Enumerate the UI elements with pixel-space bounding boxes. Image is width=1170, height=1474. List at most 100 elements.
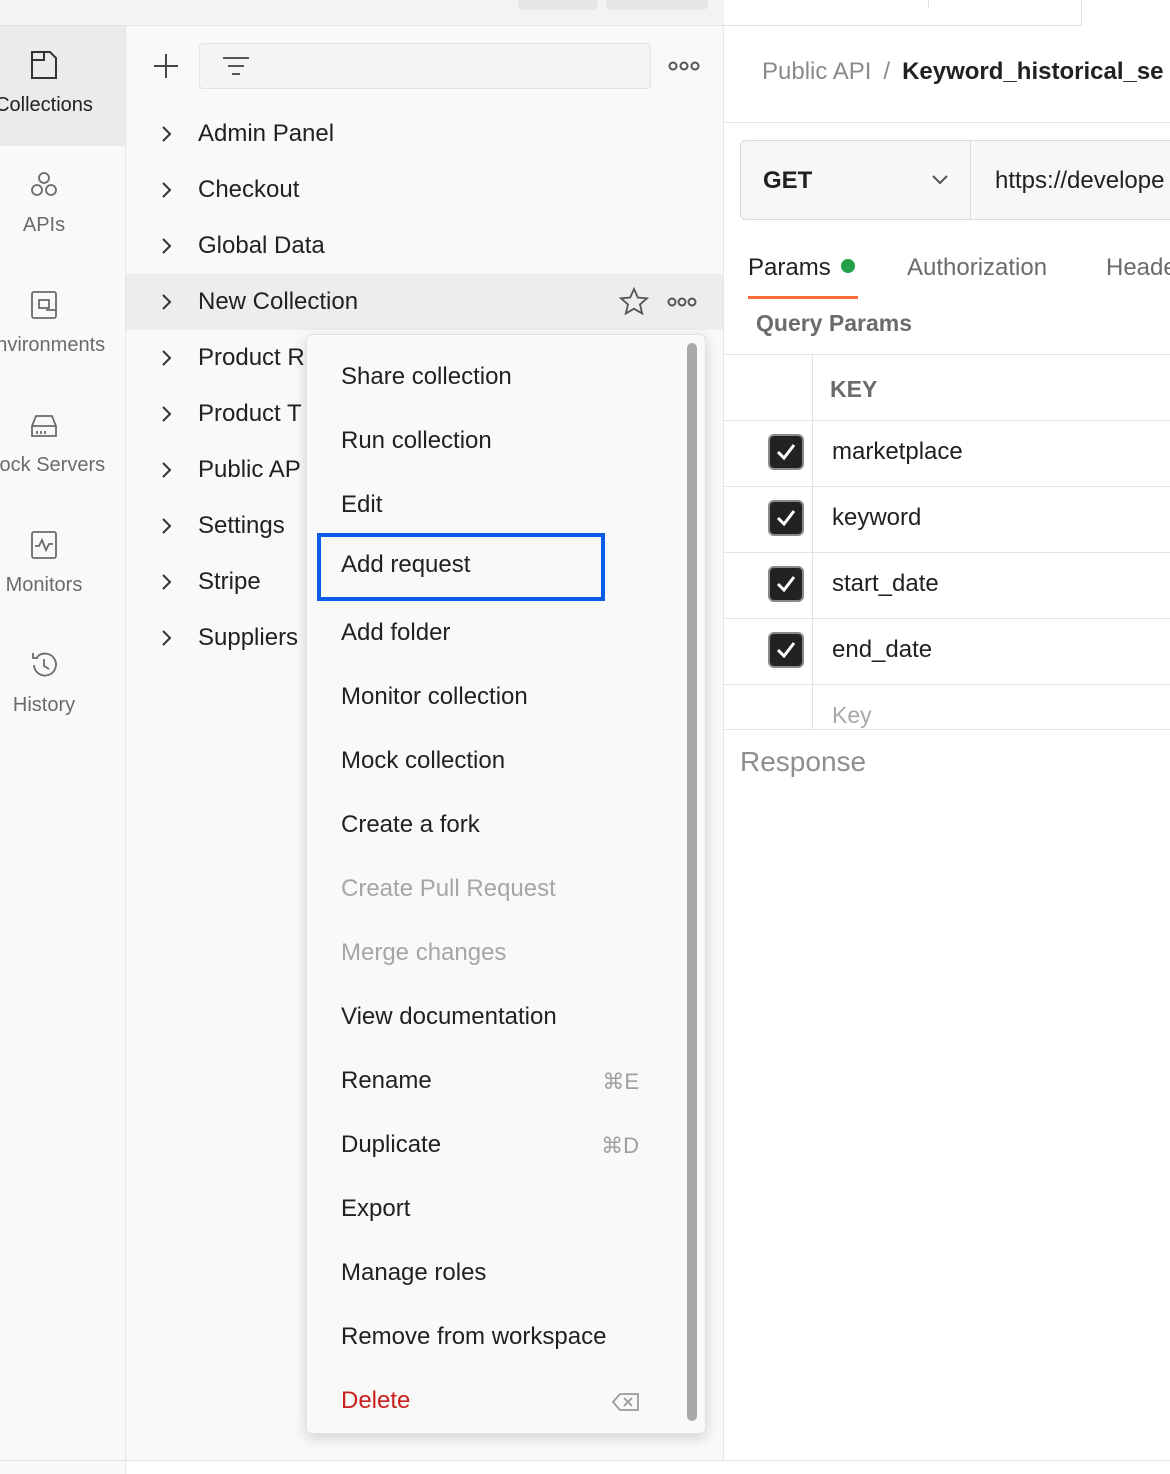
- param-key[interactable]: marketplace: [832, 438, 963, 466]
- menu-item-label: Add request: [341, 551, 471, 578]
- breadcrumb-current[interactable]: Keyword_historical_se: [902, 58, 1163, 85]
- menu-item-label: Create a fork: [341, 811, 480, 838]
- menu-item-label: Create Pull Request: [341, 875, 556, 902]
- toolbar-button[interactable]: [518, 0, 598, 10]
- toolbar-button[interactable]: [606, 0, 708, 10]
- tab-authorization[interactable]: Authorization: [907, 254, 1047, 282]
- menu-item-label: View documentation: [341, 1003, 557, 1030]
- chevron-right-icon[interactable]: [156, 291, 176, 313]
- collection-name: Public AP: [198, 456, 301, 483]
- query-params-title: Query Params: [756, 310, 912, 336]
- menu-item-add-folder[interactable]: Add folder: [317, 601, 689, 665]
- environments-icon: [31, 291, 57, 319]
- chevron-right-icon[interactable]: [156, 235, 176, 257]
- search-collections-field[interactable]: [199, 43, 651, 89]
- param-key[interactable]: start_date: [832, 570, 939, 598]
- request-tabs: Params Authorization Heade: [724, 250, 1170, 304]
- menu-item-label: Monitor collection: [341, 683, 528, 710]
- request-tab-strip[interactable]: [724, 0, 1082, 26]
- collection-name: Checkout: [198, 176, 300, 203]
- menu-item-create-fork[interactable]: Create a fork: [317, 793, 689, 857]
- menu-item-merge-changes: Merge changes: [317, 921, 689, 985]
- checkmark-icon: [776, 576, 796, 593]
- menu-item-view-documentation[interactable]: View documentation: [317, 985, 689, 1049]
- collection-name: New Collection: [198, 288, 359, 315]
- search-input[interactable]: [262, 52, 632, 82]
- method-select[interactable]: GET: [741, 141, 971, 219]
- star-icon[interactable]: [618, 286, 650, 318]
- more-options-icon[interactable]: [664, 54, 704, 78]
- response-label: Response: [740, 746, 867, 777]
- menu-item-remove-from-workspace[interactable]: Remove from workspace: [317, 1305, 689, 1369]
- sidebar-item-history[interactable]: History: [0, 626, 125, 746]
- shortcut-hint: ⌘E: [602, 1069, 639, 1094]
- chevron-right-icon[interactable]: [156, 179, 176, 201]
- checkmark-icon: [776, 510, 796, 527]
- param-checkbox[interactable]: [768, 566, 804, 602]
- menu-item-label: Rename: [341, 1067, 432, 1094]
- menu-item-create-pull-request: Create Pull Request: [317, 857, 689, 921]
- collection-name: Admin Panel: [198, 120, 335, 147]
- breadcrumb-parent[interactable]: Public API: [762, 58, 871, 85]
- new-collection-plus-icon[interactable]: [148, 48, 184, 84]
- menu-item-monitor-collection[interactable]: Monitor collection: [317, 665, 689, 729]
- apis-icon: [31, 172, 57, 196]
- menu-scrollbar[interactable]: [687, 343, 697, 1421]
- param-key[interactable]: keyword: [832, 504, 921, 532]
- param-checkbox[interactable]: [768, 632, 804, 668]
- menu-item-edit[interactable]: Edit: [317, 473, 689, 537]
- sidebar-item-apis[interactable]: APIs: [0, 146, 125, 266]
- sidebar-item-environments[interactable]: Environments: [0, 266, 125, 386]
- active-tab-indicator: [748, 296, 858, 299]
- collection-name: Global Data: [198, 232, 325, 259]
- menu-item-label: Share collection: [341, 363, 512, 390]
- monitors-icon: [31, 531, 57, 559]
- menu-item-delete[interactable]: Delete: [317, 1369, 689, 1433]
- chevron-right-icon[interactable]: [156, 459, 176, 481]
- history-icon: [32, 652, 57, 677]
- menu-item-rename[interactable]: Rename ⌘E: [317, 1049, 689, 1113]
- divider: [724, 122, 1170, 123]
- tab-label: Heade: [1106, 254, 1170, 281]
- chevron-right-icon[interactable]: [156, 403, 176, 425]
- menu-item-duplicate[interactable]: Duplicate ⌘D: [317, 1113, 689, 1177]
- chevron-right-icon[interactable]: [156, 123, 176, 145]
- new-key-placeholder[interactable]: Key: [832, 702, 872, 729]
- tab-headers[interactable]: Heade: [1106, 254, 1170, 282]
- backspace-icon: [611, 1393, 639, 1411]
- chevron-right-icon[interactable]: [156, 347, 176, 369]
- collection-row-selected[interactable]: New Collection: [126, 274, 723, 330]
- param-key[interactable]: end_date: [832, 636, 932, 664]
- collection-name: Stripe: [198, 568, 261, 595]
- collection-name: Product R: [198, 344, 305, 371]
- menu-item-run-collection[interactable]: Run collection: [317, 409, 689, 473]
- menu-item-mock-collection[interactable]: Mock collection: [317, 729, 689, 793]
- chevron-right-icon[interactable]: [156, 627, 176, 649]
- param-checkbox[interactable]: [768, 434, 804, 470]
- menu-item-label: Delete: [341, 1387, 411, 1414]
- chevron-right-icon[interactable]: [156, 515, 176, 537]
- menu-item-label: Duplicate: [341, 1131, 442, 1158]
- collection-row[interactable]: Admin Panel: [126, 106, 723, 162]
- sidebar-item-collections[interactable]: Collections: [0, 26, 125, 146]
- menu-item-add-request[interactable]: Add request: [317, 533, 605, 601]
- collection-name: Suppliers: [198, 624, 299, 651]
- url-input[interactable]: https://develope: [995, 167, 1164, 195]
- menu-item-share-collection[interactable]: Share collection: [317, 345, 689, 409]
- menu-item-label: Manage roles: [341, 1259, 487, 1286]
- collection-row[interactable]: Checkout: [126, 162, 723, 218]
- chevron-right-icon[interactable]: [156, 571, 176, 593]
- sidebar-item-mock-servers[interactable]: Mock Servers: [0, 386, 125, 506]
- param-checkbox[interactable]: [768, 500, 804, 536]
- sidebar-item-monitors[interactable]: Monitors: [0, 506, 125, 626]
- more-options-icon[interactable]: [664, 290, 700, 314]
- collection-row[interactable]: Global Data: [126, 218, 723, 274]
- top-toolbar: [0, 0, 724, 26]
- menu-item-label: Edit: [341, 491, 383, 518]
- menu-item-manage-roles[interactable]: Manage roles: [317, 1241, 689, 1305]
- checkmark-icon: [776, 642, 796, 659]
- menu-item-label: Export: [341, 1195, 411, 1222]
- menu-item-export[interactable]: Export: [317, 1177, 689, 1241]
- filter-icon[interactable]: [220, 54, 252, 80]
- tab-params[interactable]: Params: [748, 254, 855, 282]
